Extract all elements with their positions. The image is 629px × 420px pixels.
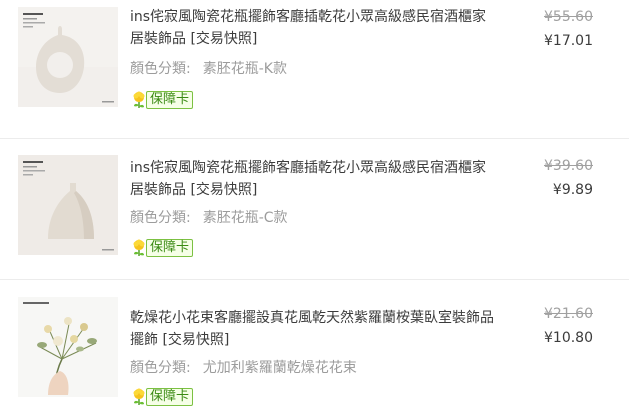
variant-value: 尤加利紫羅蘭乾燥花花束 — [202, 360, 357, 376]
guarantee-badge[interactable]: 保障卡 — [130, 238, 194, 258]
original-price: ¥21.60 — [544, 306, 593, 322]
badge-label: 保障卡 — [146, 388, 194, 406]
order-item: 乾燥花小花束客廳擺設真花風乾天然紫羅蘭桉葉臥室裝飾品擺飾 [交易快照] 顏色分類… — [0, 279, 629, 417]
guarantee-badge[interactable]: 保障卡 — [130, 387, 194, 407]
variant-label: 顏色分類: — [130, 210, 191, 226]
variant-info: 顏色分類: 素胚花瓶-C款 — [130, 208, 288, 228]
product-title[interactable]: ins侘寂風陶瓷花瓶擺飾客廳插乾花小眾高級感民宿酒櫃家居裝飾品 [交易快照] — [130, 157, 500, 201]
paid-price: ¥10.80 — [544, 330, 593, 346]
original-price: ¥39.60 — [544, 158, 593, 174]
guarantee-badge[interactable]: 保障卡 — [130, 90, 194, 110]
badge-label: 保障卡 — [146, 91, 194, 109]
paid-price: ¥17.01 — [544, 33, 593, 49]
product-title[interactable]: 乾燥花小花束客廳擺設真花風乾天然紫羅蘭桉葉臥室裝飾品擺飾 [交易快照] — [130, 307, 500, 351]
variant-value: 素胚花瓶-C款 — [202, 210, 288, 226]
product-title[interactable]: ins侘寂風陶瓷花瓶擺飾客廳插乾花小眾高級感民宿酒櫃家居裝飾品 [交易快照] — [130, 6, 500, 50]
variant-label: 顏色分類: — [130, 360, 191, 376]
variant-info: 顏色分類: 素胚花瓶-K款 — [130, 59, 287, 79]
badge-label: 保障卡 — [146, 239, 194, 257]
variant-info: 顏色分類: 尤加利紫羅蘭乾燥花花束 — [130, 358, 357, 378]
vase-c-thumbnail-icon — [18, 155, 118, 255]
product-image[interactable] — [18, 155, 118, 255]
order-item: ins侘寂風陶瓷花瓶擺飾客廳插乾花小眾高級感民宿酒櫃家居裝飾品 [交易快照] 顏… — [0, 0, 629, 138]
order-item: ins侘寂風陶瓷花瓶擺飾客廳插乾花小眾高級感民宿酒櫃家居裝飾品 [交易快照] 顏… — [0, 138, 629, 276]
paid-price: ¥9.89 — [552, 182, 593, 198]
vase-k-thumbnail-icon — [18, 7, 118, 107]
original-price: ¥55.60 — [544, 9, 593, 25]
variant-label: 顏色分類: — [130, 61, 191, 77]
dried-flower-bouquet-thumbnail-icon — [18, 297, 118, 397]
variant-value: 素胚花瓶-K款 — [202, 61, 287, 77]
product-image[interactable] — [18, 7, 118, 107]
product-image[interactable] — [18, 297, 118, 397]
